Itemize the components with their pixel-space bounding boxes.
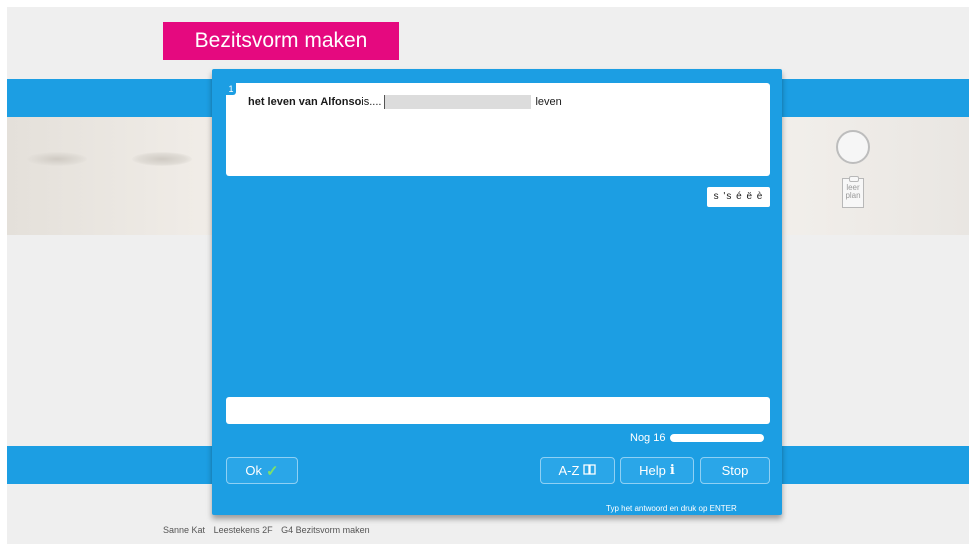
info-icon: i — [669, 463, 675, 478]
az-label: A-Z — [558, 463, 580, 478]
footer-course: Leestekens 2F — [213, 525, 273, 535]
question-bold-text: het leven van Alfonso — [248, 96, 362, 108]
ok-button[interactable]: Ok ✓ — [226, 457, 298, 484]
remaining-counter: Nog 16 — [630, 432, 765, 444]
check-icon: ✓ — [266, 462, 279, 480]
question-suffix: leven — [535, 96, 562, 108]
hero-eye-right — [132, 152, 192, 166]
question-text: is.... — [361, 96, 382, 108]
az-button[interactable]: A-Z — [540, 457, 615, 484]
footer-user: Sanne Kat — [163, 525, 206, 535]
book-icon — [583, 463, 597, 478]
answer-input[interactable] — [226, 397, 770, 424]
help-label: Help — [639, 463, 666, 478]
hero-eye-left — [27, 152, 87, 166]
stop-label: Stop — [721, 463, 749, 478]
ok-label: Ok — [245, 463, 263, 478]
remaining-progress-bar — [670, 434, 765, 442]
answer-blank — [384, 95, 532, 109]
exercise-panel: 1 het leven van Alfonso is.... leven s '… — [212, 69, 782, 515]
progress-circle-icon — [836, 130, 870, 164]
remaining-label: Nog 16 — [630, 432, 666, 444]
help-button[interactable]: Help i — [620, 457, 694, 484]
footer-exercise: G4 Bezitsvorm maken — [281, 525, 370, 535]
enter-hint: Typ het antwoord en druk op ENTER — [606, 504, 737, 513]
question-sentence: het leven van Alfonso is.... leven — [248, 95, 562, 109]
question-number: 1 — [226, 83, 236, 95]
stop-button[interactable]: Stop — [700, 457, 770, 484]
leerplan-icon[interactable]: leer plan — [842, 176, 864, 208]
question-box: 1 het leven van Alfonso is.... leven — [226, 83, 770, 176]
page-title: Bezitsvorm maken — [163, 22, 399, 60]
footer-breadcrumb: Sanne Kat Leestekens 2F G4 Bezitsvorm ma… — [163, 525, 376, 535]
special-characters-button[interactable]: s 's é ë è — [707, 187, 770, 207]
